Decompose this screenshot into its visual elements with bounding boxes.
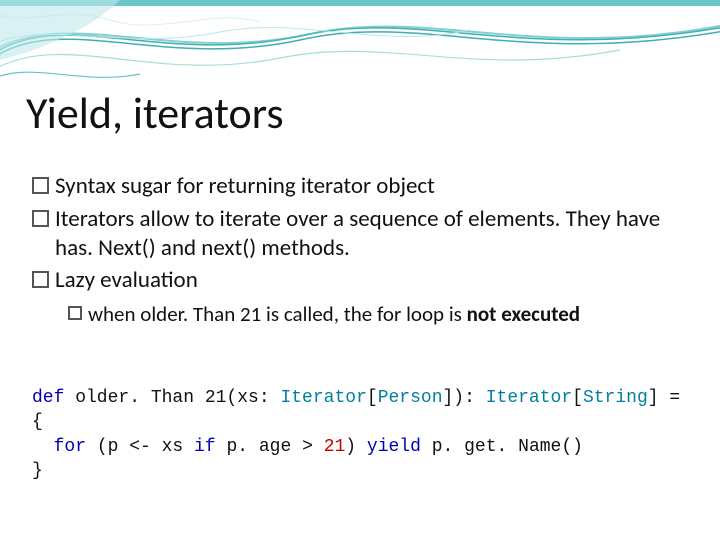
code-number: 21 [324, 437, 346, 457]
slide: Yield, iterators Syntax sugar for return… [0, 0, 720, 540]
code-keyword: yield [367, 437, 421, 457]
sub-bullet-item: when older. Than 21 is called, the for l… [68, 301, 694, 327]
bullet-square-icon [68, 306, 82, 320]
code-text: (p <- xs [86, 437, 194, 457]
slide-body: Syntax sugar for returning iterator obje… [32, 172, 694, 331]
bullet-text: Syntax sugar for returning iterator obje… [55, 172, 694, 201]
code-text: } [32, 461, 43, 481]
code-type: Iterator [486, 388, 572, 408]
bullet-square-icon [32, 271, 49, 288]
code-text: ] = [648, 388, 680, 408]
code-text: p. get. Name() [421, 437, 583, 457]
sub-bullet-strong: not executed [467, 301, 580, 327]
sub-bullet-prefix: when older. Than 21 is called, the for l… [88, 301, 467, 327]
code-keyword: def [32, 388, 64, 408]
bullet-item: Iterators allow to iterate over a sequen… [32, 205, 694, 263]
code-keyword: if [194, 437, 216, 457]
bullet-square-icon [32, 177, 49, 194]
bullet-square-icon [32, 210, 49, 227]
code-type: Person [378, 388, 443, 408]
bullet-item: Lazy evaluation [32, 266, 694, 295]
code-text [32, 437, 54, 457]
code-text: [ [367, 388, 378, 408]
bullet-text: Iterators allow to iterate over a sequen… [55, 205, 694, 263]
bullet-item: Syntax sugar for returning iterator obje… [32, 172, 694, 201]
code-text: p. age > [216, 437, 324, 457]
code-text: [ [572, 388, 583, 408]
code-keyword: for [54, 437, 86, 457]
slide-title: Yield, iterators [26, 90, 284, 136]
code-text: older. Than 21(xs: [64, 388, 280, 408]
bullet-text: Lazy evaluation [55, 266, 694, 295]
bullet-text: when older. Than 21 is called, the for l… [88, 301, 694, 327]
code-type: String [583, 388, 648, 408]
code-text: ]): [443, 388, 486, 408]
code-type: Iterator [280, 388, 366, 408]
code-text: { [32, 412, 43, 432]
code-text: ) [345, 437, 367, 457]
header-wave-decor [0, 0, 720, 90]
code-block: def older. Than 21(xs: Iterator[Person])… [32, 386, 700, 483]
